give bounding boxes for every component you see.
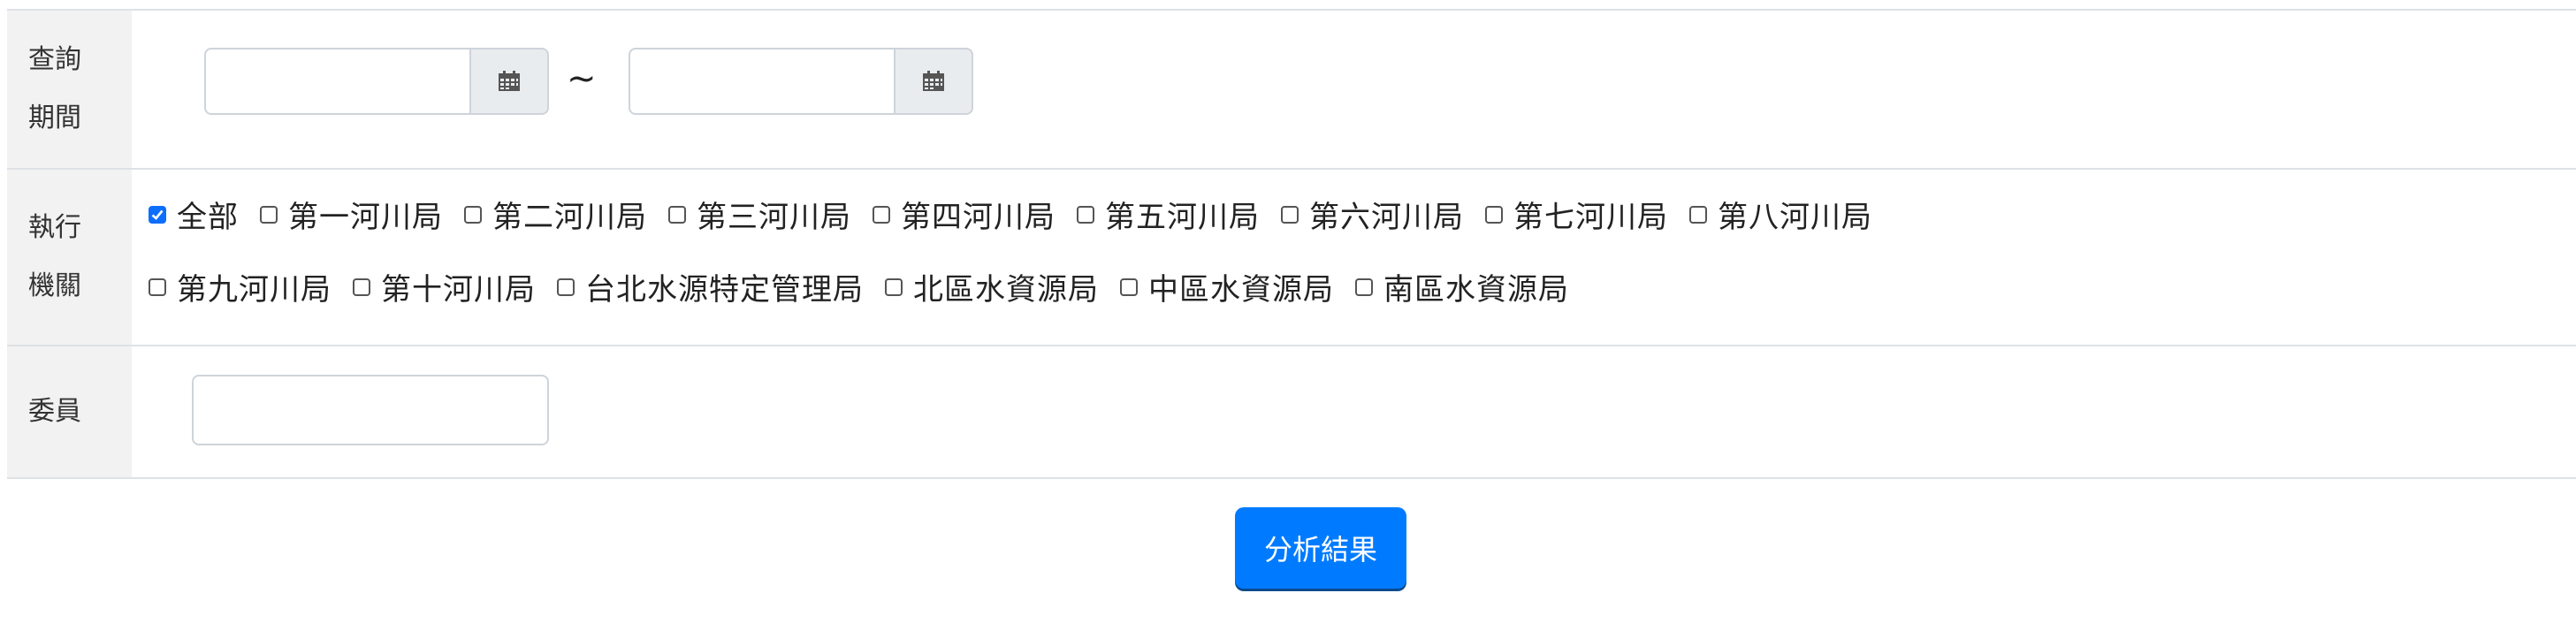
agency-option-label: 第十河川局 xyxy=(381,272,536,308)
agency-option[interactable]: 第三河川局 xyxy=(668,193,851,236)
agency-option-all[interactable]: 全部 xyxy=(149,193,239,236)
checkbox-icon[interactable] xyxy=(464,205,482,224)
end-date-input[interactable] xyxy=(629,48,894,115)
checkbox-icon[interactable] xyxy=(1077,205,1094,224)
agency-option[interactable]: 中區水資源局 xyxy=(1120,265,1334,308)
agency-option-label: 第六河川局 xyxy=(1309,200,1464,235)
period-label: 查詢 期間 xyxy=(7,11,132,168)
checkbox-icon[interactable] xyxy=(149,277,166,296)
checkbox-icon[interactable] xyxy=(557,277,575,296)
query-form: 查詢 期間 ~ 執行 機關 全部 第一河川局 第二河川局 第三河川局 第四河川局… xyxy=(7,9,2576,479)
date-range-separator: ~ xyxy=(567,58,597,99)
member-row: 委員 xyxy=(7,346,2576,479)
agency-label-line1: 執行 xyxy=(28,212,81,243)
agency-option-label: 北區水資源局 xyxy=(913,272,1099,308)
analyze-results-button[interactable]: 分析結果 xyxy=(1235,507,1406,589)
member-label-text: 委員 xyxy=(28,396,81,427)
agency-option-label: 第二河川局 xyxy=(492,200,647,235)
end-date-group xyxy=(629,48,973,115)
agency-option-label: 第九河川局 xyxy=(177,272,332,308)
checkbox-icon[interactable] xyxy=(353,277,370,296)
agency-option[interactable]: 第二河川局 xyxy=(464,193,647,236)
checkbox-icon[interactable] xyxy=(1120,277,1138,296)
agency-option-label: 全部 xyxy=(177,200,239,235)
agency-option-label: 台北水源特定管理局 xyxy=(585,272,864,308)
calendar-icon xyxy=(499,71,520,91)
start-calendar-button[interactable] xyxy=(469,48,549,115)
agency-label-line2: 機關 xyxy=(28,270,81,301)
period-label-line2: 期間 xyxy=(28,103,81,133)
agency-option[interactable]: 第五河川局 xyxy=(1077,193,1260,236)
agency-option-label: 第五河川局 xyxy=(1105,200,1260,235)
checkbox-icon[interactable] xyxy=(1355,277,1373,296)
agency-option[interactable]: 第十河川局 xyxy=(353,265,536,308)
agency-option[interactable]: 南區水資源局 xyxy=(1355,265,1569,308)
agency-label: 執行 機關 xyxy=(7,170,132,345)
start-date-input[interactable] xyxy=(204,48,469,115)
start-date-group xyxy=(204,48,549,115)
agency-option-label: 第八河川局 xyxy=(1718,200,1872,235)
end-calendar-button[interactable] xyxy=(894,48,973,115)
agency-option-label: 第四河川局 xyxy=(901,200,1056,235)
period-label-line1: 查詢 xyxy=(28,44,81,75)
agency-option[interactable]: 第六河川局 xyxy=(1281,193,1464,236)
checkbox-icon[interactable] xyxy=(1281,205,1299,224)
agency-option[interactable]: 第八河川局 xyxy=(1689,193,1872,236)
agency-option[interactable]: 北區水資源局 xyxy=(885,265,1099,308)
member-input[interactable] xyxy=(192,375,549,445)
agency-option-label: 第一河川局 xyxy=(288,200,443,235)
checkbox-icon[interactable] xyxy=(1485,205,1503,224)
agency-options-line1: 全部 第一河川局 第二河川局 第三河川局 第四河川局 第五河川局 第六河川局 第… xyxy=(149,193,1894,236)
calendar-icon xyxy=(923,71,944,91)
agency-option[interactable]: 第一河川局 xyxy=(260,193,443,236)
checkbox-checked-icon[interactable] xyxy=(149,205,166,224)
agency-option-label: 第三河川局 xyxy=(697,200,851,235)
checkbox-icon[interactable] xyxy=(668,205,686,224)
agency-option-label: 中區水資源局 xyxy=(1148,272,1334,308)
agency-row: 執行 機關 全部 第一河川局 第二河川局 第三河川局 第四河川局 第五河川局 第… xyxy=(7,170,2576,346)
agency-option[interactable]: 第四河川局 xyxy=(873,193,1056,236)
agency-option-label: 第七河川局 xyxy=(1513,200,1668,235)
checkbox-icon[interactable] xyxy=(873,205,890,224)
checkbox-icon[interactable] xyxy=(885,277,903,296)
period-row: 查詢 期間 ~ xyxy=(7,11,2576,170)
agency-option[interactable]: 第九河川局 xyxy=(149,265,332,308)
agency-option-label: 南區水資源局 xyxy=(1383,272,1569,308)
agency-option[interactable]: 台北水源特定管理局 xyxy=(557,265,864,308)
agency-option[interactable]: 第七河川局 xyxy=(1485,193,1668,236)
agency-options-line2: 第九河川局 第十河川局 台北水源特定管理局 北區水資源局 中區水資源局 南區水資… xyxy=(149,265,1590,308)
member-label: 委員 xyxy=(7,346,132,477)
checkbox-icon[interactable] xyxy=(260,205,278,224)
checkbox-icon[interactable] xyxy=(1689,205,1707,224)
